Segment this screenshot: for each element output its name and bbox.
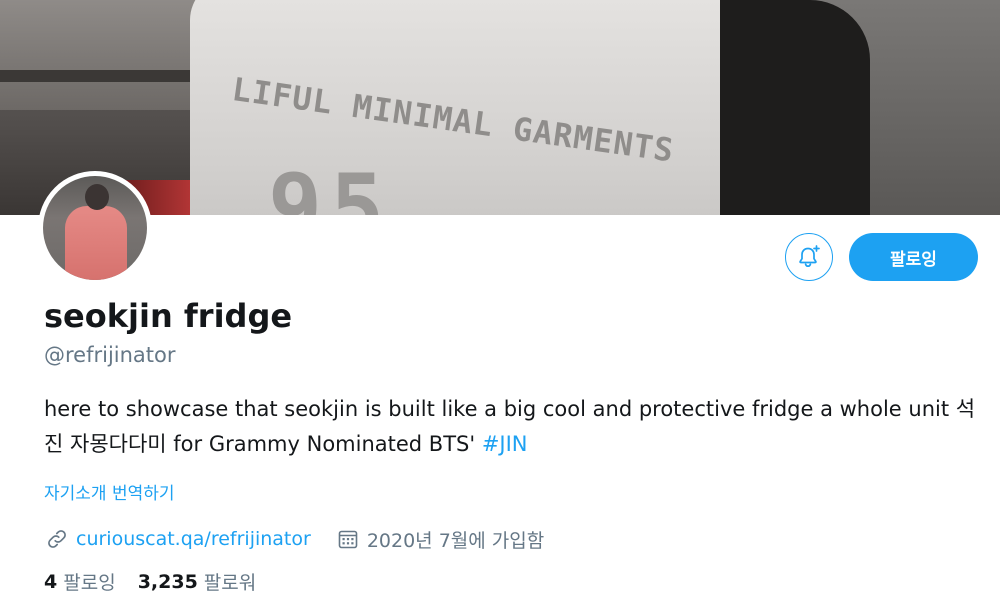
display-name: seokjin fridge <box>44 297 293 335</box>
notify-button[interactable] <box>785 233 833 281</box>
translate-bio-link[interactable]: 자기소개 번역하기 <box>44 479 175 504</box>
user-handle: @refrijinator <box>44 343 176 367</box>
profile-stats: 4 팔로잉 3,235 팔로워 <box>44 568 278 595</box>
joined-date: 2020년 7월에 가입함 <box>335 526 544 553</box>
bio: here to showcase that seokjin is built l… <box>44 392 984 462</box>
calendar-icon <box>335 526 361 552</box>
banner-arm <box>720 0 870 215</box>
profile-meta: curiouscat.qa/refrijinator 2020년 7월에 가입함 <box>44 525 544 553</box>
bio-hashtag-link[interactable]: #JIN <box>482 432 528 456</box>
profile-banner[interactable]: LIFUL MINIMAL GARMENTS 95 <box>0 0 1000 215</box>
following-button[interactable]: 팔로잉 <box>849 233 978 281</box>
joined-text: 2020년 7월에 가입함 <box>366 529 545 552</box>
bell-plus-icon <box>799 245 820 268</box>
following-stat[interactable]: 4 팔로잉 <box>44 568 116 595</box>
banner-bar <box>0 70 190 82</box>
following-label: 팔로잉 <box>63 572 116 594</box>
followers-stat[interactable]: 3,235 팔로워 <box>138 568 257 595</box>
link-icon <box>44 526 70 552</box>
website-link[interactable]: curiouscat.qa/refrijinator <box>76 528 311 550</box>
banner-shirt-number: 95 <box>268 155 393 215</box>
followers-label: 팔로워 <box>203 572 257 594</box>
avatar-head <box>85 184 109 210</box>
avatar-figure <box>65 206 127 280</box>
following-count: 4 <box>44 570 58 593</box>
followers-count: 3,235 <box>137 570 198 593</box>
avatar[interactable] <box>38 171 152 285</box>
